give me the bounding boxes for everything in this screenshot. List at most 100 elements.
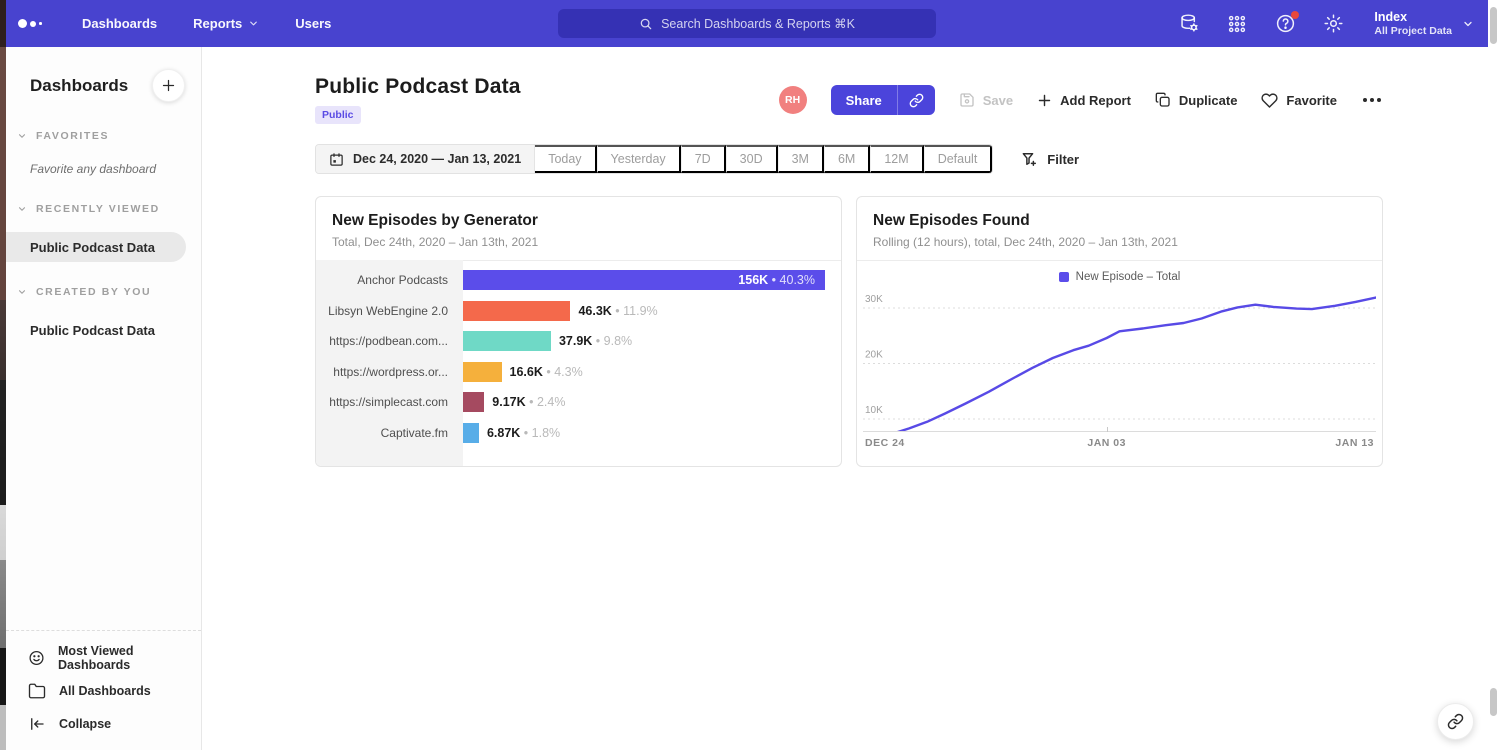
apps-grid-icon[interactable]: [1226, 13, 1248, 35]
folder-icon: [28, 682, 46, 700]
scrollbar-thumb[interactable]: [1490, 7, 1497, 44]
more-options-button[interactable]: [1361, 94, 1383, 106]
sidebar-section-recently-viewed[interactable]: RECENTLY VIEWED: [6, 200, 201, 218]
add-report-button[interactable]: Add Report: [1037, 93, 1131, 108]
chevron-down-icon: [17, 131, 27, 141]
favorite-button[interactable]: Favorite: [1261, 92, 1337, 109]
page-title: Public Podcast Data: [315, 75, 521, 99]
most-viewed-dashboards-button[interactable]: Most Viewed Dashboards: [6, 641, 201, 674]
x-tick-label: DEC 24: [865, 437, 905, 449]
bar-value-label: 46.3K • 11.9%: [578, 304, 657, 318]
bar[interactable]: [463, 362, 502, 382]
legend-label: New Episode – Total: [1076, 271, 1181, 283]
top-navbar: Dashboards Reports Users Search Dashboards…: [6, 0, 1488, 47]
bar[interactable]: [463, 392, 484, 412]
duplicate-button[interactable]: Duplicate: [1155, 92, 1238, 108]
share-link-button[interactable]: [898, 85, 935, 115]
filter-button[interactable]: Filter: [1021, 151, 1079, 168]
share-button[interactable]: Share: [831, 85, 935, 115]
svg-text:30K: 30K: [865, 294, 883, 305]
chevron-down-icon: [248, 18, 259, 29]
scrollbar-thumb[interactable]: [1490, 688, 1497, 716]
search-placeholder: Search Dashboards & Reports ⌘K: [661, 16, 855, 31]
help-icon[interactable]: [1274, 13, 1296, 35]
link-icon: [1447, 713, 1464, 730]
preset-7d[interactable]: 7D: [681, 145, 726, 173]
preset-yesterday[interactable]: Yesterday: [597, 145, 681, 173]
project-subtitle: All Project Data: [1374, 25, 1452, 38]
add-dashboard-button[interactable]: [152, 69, 185, 102]
public-badge: Public: [315, 106, 361, 124]
card-subtitle: Rolling (12 hours), total, Dec 24th, 202…: [873, 235, 1366, 249]
nav-item-dashboards[interactable]: Dashboards: [82, 16, 157, 31]
bar-track: 16.6K • 4.3%: [463, 357, 841, 388]
preset-30d[interactable]: 30D: [726, 145, 778, 173]
collapse-sidebar-button[interactable]: Collapse: [6, 707, 201, 740]
bar-category-label: Anchor Podcasts: [316, 273, 463, 287]
sidebar-item-public-podcast-data-created[interactable]: Public Podcast Data: [6, 315, 201, 345]
preset-default[interactable]: Default: [924, 145, 993, 173]
legend-swatch: [1059, 272, 1069, 282]
save-button[interactable]: Save: [959, 92, 1013, 108]
line-chart: 30K20K10K DEC 24JAN 03JAN 13: [863, 287, 1376, 453]
calendar-icon: [329, 152, 344, 167]
smiley-icon: [28, 649, 45, 667]
card-subtitle: Total, Dec 24th, 2020 – Jan 13th, 2021: [332, 235, 825, 249]
search-input[interactable]: Search Dashboards & Reports ⌘K: [558, 9, 936, 38]
bar-row: https://simplecast.com9.17K • 2.4%: [316, 387, 841, 418]
bar-track: 156K • 40.3%: [463, 265, 841, 296]
bar-category-label: https://wordpress.or...: [316, 365, 463, 379]
bar-row: Anchor Podcasts 156K • 40.3%: [316, 265, 841, 296]
x-tick-label: JAN 03: [1087, 437, 1126, 449]
preset-3m[interactable]: 3M: [778, 145, 824, 173]
main-nav: Dashboards Reports Users: [82, 16, 331, 31]
screen: Dashboards Reports Users Search Dashboards…: [0, 0, 1500, 750]
bar-track: 9.17K • 2.4%: [463, 387, 841, 418]
card-new-episodes-by-generator: New Episodes by Generator Total, Dec 24t…: [315, 196, 842, 467]
nav-item-reports[interactable]: Reports: [193, 16, 259, 31]
date-presets: TodayYesterday7D30D3M6M12MDefault: [535, 145, 992, 173]
sidebar-footer: Most Viewed Dashboards All Dashboards Co…: [6, 630, 201, 750]
all-dashboards-button[interactable]: All Dashboards: [6, 674, 201, 707]
sidebar-item-public-podcast-data[interactable]: Public Podcast Data: [6, 232, 186, 262]
chart-legend: New Episode – Total: [857, 271, 1382, 283]
sidebar: Dashboards FAVORITES Favorite any dashbo…: [6, 47, 202, 750]
navbar-right: Index All Project Data: [1178, 10, 1474, 38]
copy-icon: [1155, 92, 1171, 108]
bar-chart: Anchor Podcasts156K • 40.3%Libsyn WebEng…: [316, 260, 841, 466]
line-chart-plot[interactable]: 30K 20K 10K: [863, 287, 1376, 431]
project-switcher[interactable]: Index All Project Data: [1374, 10, 1474, 38]
floating-link-button[interactable]: [1437, 703, 1474, 740]
svg-text:10K: 10K: [865, 405, 883, 416]
bar-value-label: 6.87K • 1.8%: [487, 426, 560, 440]
sidebar-section-created-by-you[interactable]: CREATED BY YOU: [6, 283, 201, 301]
bar[interactable]: [463, 331, 551, 351]
x-axis: DEC 24JAN 03JAN 13: [863, 431, 1376, 453]
preset-12m[interactable]: 12M: [870, 145, 923, 173]
header-actions: RH Share Save Add Report: [779, 85, 1383, 115]
preset-6m[interactable]: 6M: [824, 145, 870, 173]
chevron-down-icon: [17, 204, 27, 214]
bar-row: https://wordpress.or... 16.6K • 4.3%: [316, 357, 841, 388]
sidebar-section-favorites[interactable]: FAVORITES: [6, 127, 201, 145]
avatar[interactable]: RH: [779, 86, 807, 114]
chevron-down-icon: [1462, 18, 1474, 30]
date-range-picker[interactable]: Dec 24, 2020 — Jan 13, 2021: [316, 145, 535, 173]
bar-value-label: 37.9K • 9.8%: [559, 334, 632, 348]
bar[interactable]: [463, 423, 479, 443]
app-window: Dashboards Reports Users Search Dashboards…: [6, 0, 1488, 750]
mode-dots-logo[interactable]: [18, 19, 52, 28]
card-title: New Episodes by Generator: [332, 212, 825, 230]
nav-item-users[interactable]: Users: [295, 16, 331, 31]
x-axis-tick: [1107, 427, 1108, 432]
bar-value-label: 156K • 40.3%: [738, 273, 815, 287]
bar-value-label: 16.6K • 4.3%: [510, 365, 583, 379]
svg-text:20K: 20K: [865, 350, 883, 361]
bar[interactable]: [463, 301, 570, 321]
settings-gear-icon[interactable]: [1322, 13, 1344, 35]
preset-today[interactable]: Today: [535, 145, 596, 173]
data-sources-icon[interactable]: [1178, 13, 1200, 35]
search-icon: [639, 17, 653, 31]
card-new-episodes-found: New Episodes Found Rolling (12 hours), t…: [856, 196, 1383, 467]
plus-icon: [1037, 93, 1052, 108]
